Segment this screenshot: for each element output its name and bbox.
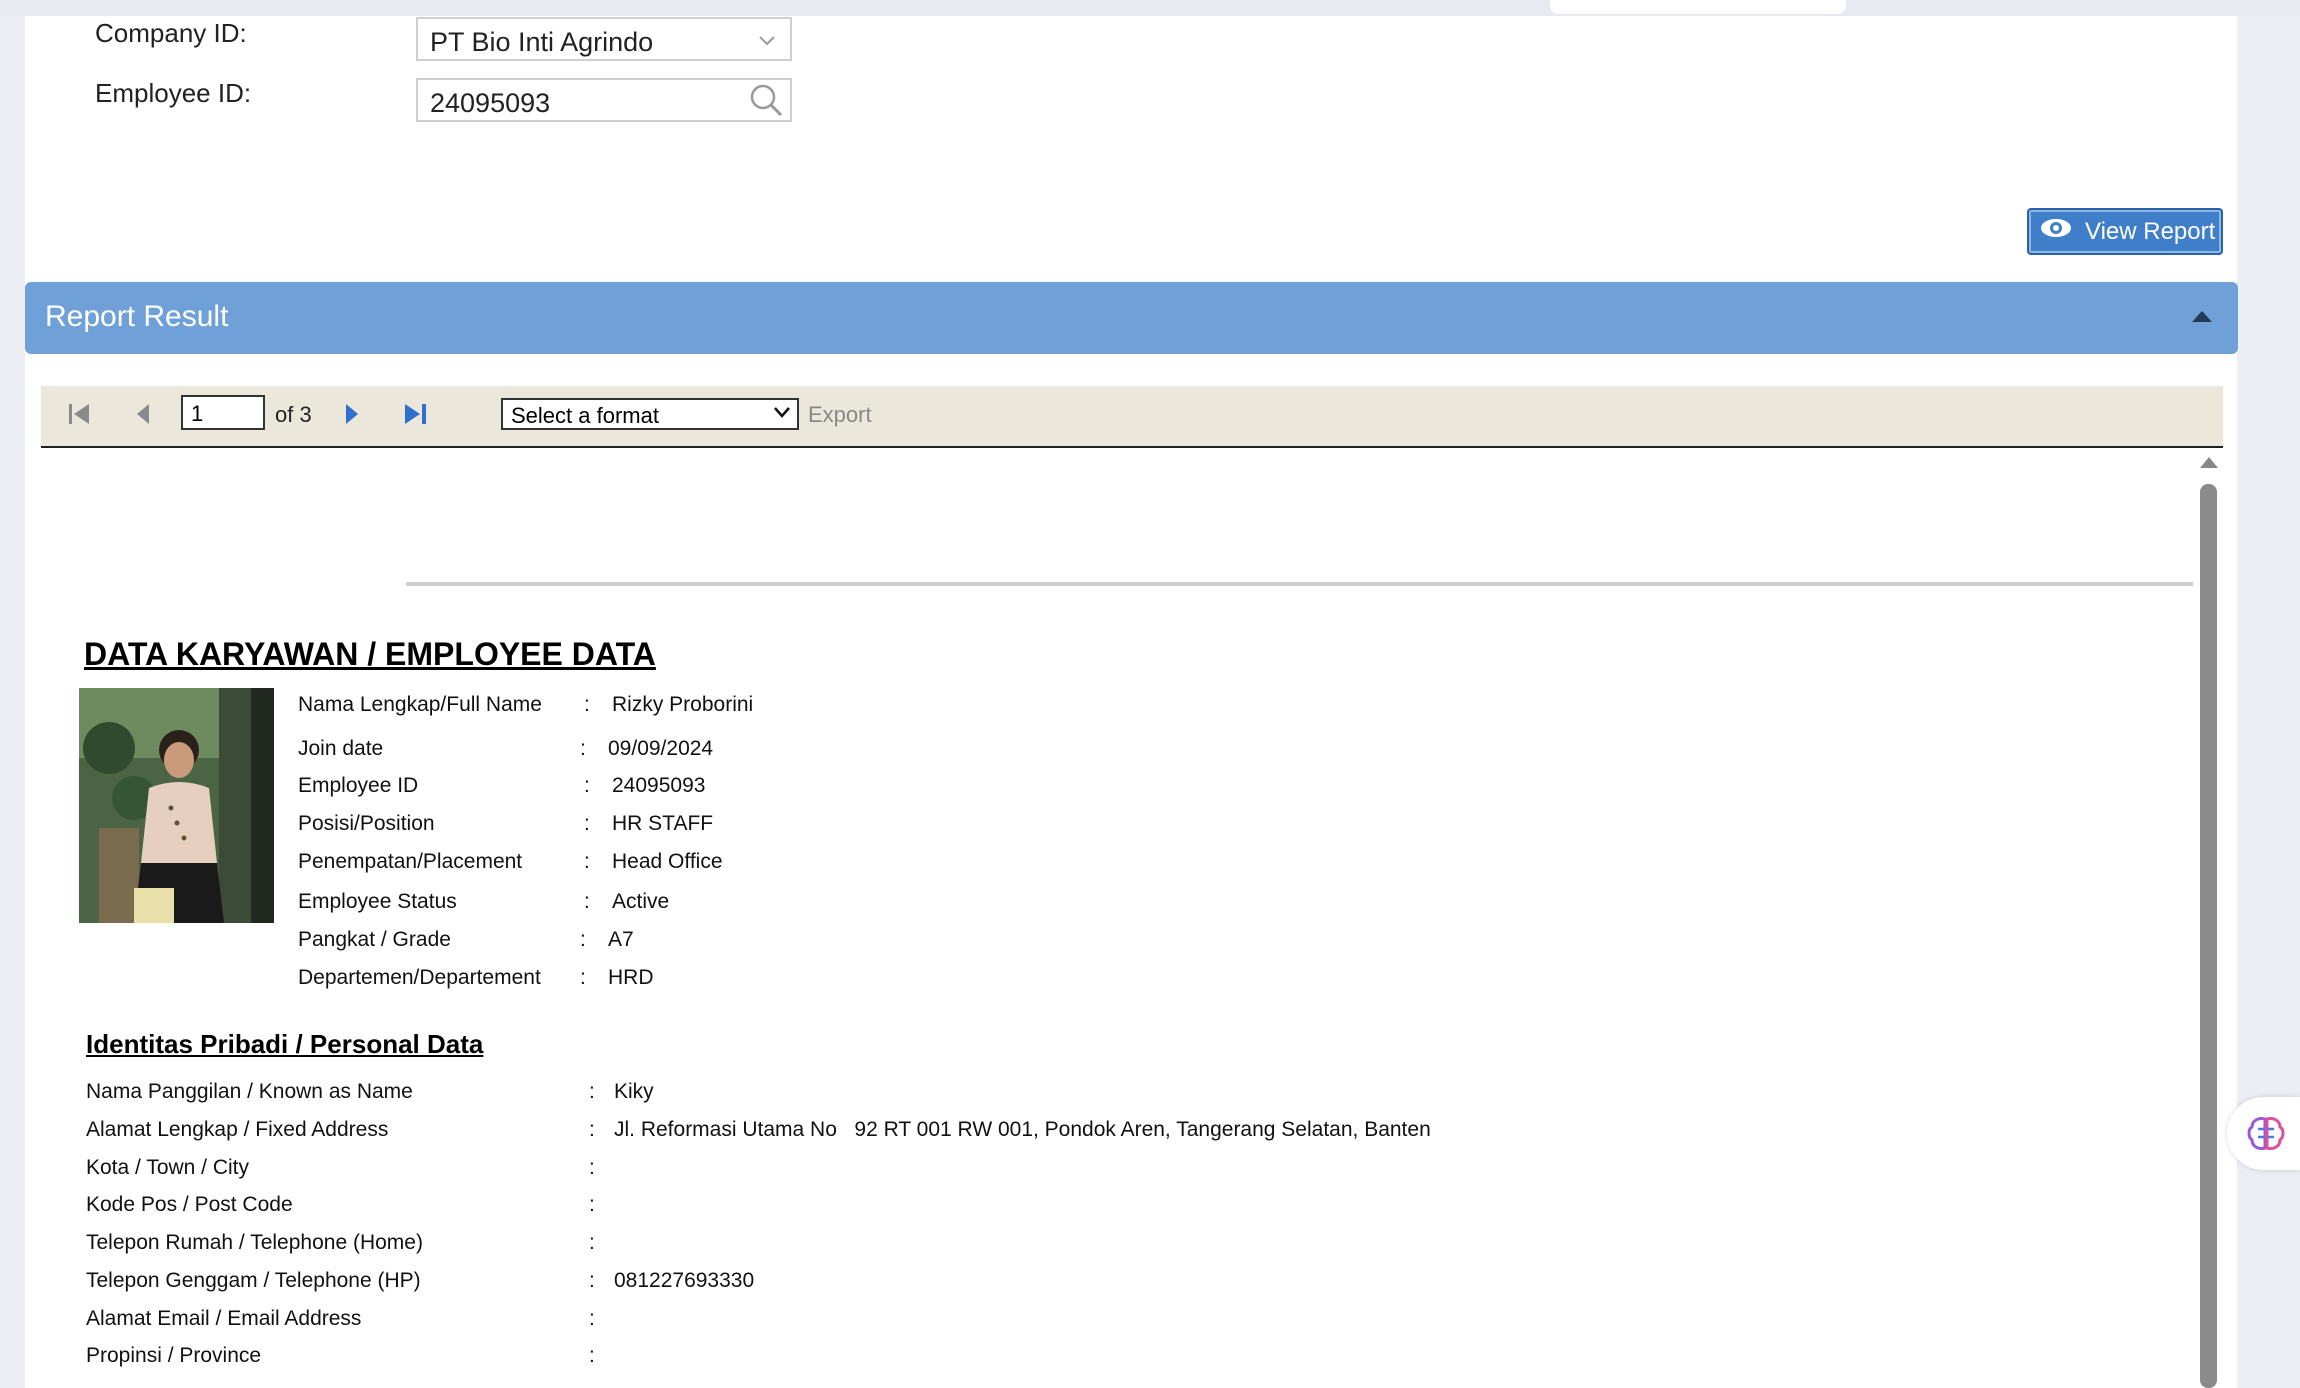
- info-colon: :: [580, 737, 586, 760]
- employee-photo: [79, 688, 274, 923]
- personal-colon: :: [589, 1344, 595, 1367]
- personal-colon: :: [589, 1307, 595, 1330]
- personal-label: Alamat Email / Email Address: [86, 1307, 362, 1330]
- next-page-icon[interactable]: [344, 402, 360, 431]
- info-value: 24095093: [612, 774, 706, 797]
- scrollbar-thumb[interactable]: [2200, 484, 2217, 1388]
- personal-colon: :: [589, 1193, 595, 1216]
- personal-colon: :: [589, 1118, 595, 1141]
- export-format-value: Select a format: [511, 403, 659, 428]
- info-colon: :: [580, 928, 586, 951]
- employee-id-value: 24095093: [430, 88, 551, 118]
- company-id-label: Company ID:: [95, 18, 247, 48]
- personal-value: 081227693330: [614, 1269, 755, 1292]
- info-colon: :: [584, 774, 590, 797]
- personal-colon: :: [589, 1156, 595, 1179]
- view-report-button[interactable]: View Report: [2027, 208, 2223, 255]
- view-report-label: View Report: [2085, 217, 2216, 245]
- report-result-header[interactable]: Report Result: [25, 282, 2238, 354]
- info-value: 09/09/2024: [608, 737, 714, 760]
- search-icon[interactable]: [748, 82, 784, 118]
- scroll-up-arrow[interactable]: [2200, 457, 2218, 468]
- personal-label: Alamat Lengkap / Fixed Address: [86, 1118, 389, 1141]
- info-colon: :: [584, 890, 590, 913]
- info-label: Employee Status: [298, 890, 457, 913]
- personal-colon: :: [589, 1080, 595, 1103]
- info-value: Active: [612, 890, 670, 913]
- export-format-select[interactable]: Select a format: [501, 398, 799, 430]
- info-label: Employee ID: [298, 774, 419, 797]
- chevron-down-icon: [758, 31, 776, 52]
- info-label: Departemen/Departement: [298, 966, 541, 989]
- eye-icon: [2039, 217, 2073, 246]
- personal-label: Telepon Genggam / Telephone (HP): [86, 1269, 421, 1292]
- prev-page-icon[interactable]: [135, 402, 151, 431]
- info-colon: :: [584, 812, 590, 835]
- caret-up-icon[interactable]: [2192, 311, 2212, 322]
- info-label: Pangkat / Grade: [298, 928, 451, 951]
- info-value: Rizky Proborini: [612, 693, 754, 716]
- employee-id-input[interactable]: 24095093: [416, 78, 792, 122]
- company-id-value: PT Bio Inti Agrindo: [430, 27, 654, 57]
- brain-icon: [2246, 1115, 2286, 1158]
- info-label: Nama Lengkap/Full Name: [298, 693, 542, 716]
- info-colon: :: [580, 966, 586, 989]
- personal-data-title: Identitas Pribadi / Personal Data: [86, 1029, 484, 1059]
- personal-label: Kode Pos / Post Code: [86, 1193, 293, 1216]
- company-id-select[interactable]: PT Bio Inti Agrindo: [416, 17, 792, 61]
- info-value: A7: [608, 928, 634, 951]
- personal-label: Kota / Town / City: [86, 1156, 250, 1179]
- info-label: Penempatan/Placement: [298, 850, 523, 873]
- page-number-input[interactable]: 1: [181, 395, 265, 430]
- personal-label: Telepon Rumah / Telephone (Home): [86, 1231, 423, 1254]
- export-link[interactable]: Export: [808, 402, 872, 428]
- info-label: Join date: [298, 737, 384, 760]
- info-colon: :: [584, 693, 590, 716]
- employee-id-label: Employee ID:: [95, 78, 252, 108]
- info-colon: :: [584, 850, 590, 873]
- personal-colon: :: [589, 1231, 595, 1254]
- info-value: Head Office: [612, 850, 723, 873]
- report-title: DATA KARYAWAN / EMPLOYEE DATA: [84, 636, 656, 672]
- info-label: Posisi/Position: [298, 812, 435, 835]
- page-count: of 3: [275, 402, 312, 427]
- personal-value: Kiky: [614, 1080, 654, 1103]
- personal-label: Propinsi / Province: [86, 1344, 262, 1367]
- first-page-icon[interactable]: [67, 402, 91, 431]
- personal-colon: :: [589, 1269, 595, 1292]
- info-value: HR STAFF: [612, 812, 714, 835]
- assistant-button[interactable]: [2227, 1097, 2300, 1170]
- info-value: HRD: [608, 966, 654, 989]
- report-divider: [406, 582, 2193, 586]
- personal-label: Nama Panggilan / Known as Name: [86, 1080, 413, 1103]
- report-toolbar: 1 of 3 Select a format Export: [41, 386, 2223, 448]
- top-tab-edge: [1550, 0, 1846, 14]
- top-strip: [0, 0, 2300, 16]
- personal-value: Jl. Reformasi Utama No 92 RT 001 RW 001,…: [614, 1118, 1431, 1141]
- chevron-down-icon: [773, 402, 791, 427]
- report-result-title: Report Result: [45, 300, 229, 333]
- last-page-icon[interactable]: [403, 402, 429, 431]
